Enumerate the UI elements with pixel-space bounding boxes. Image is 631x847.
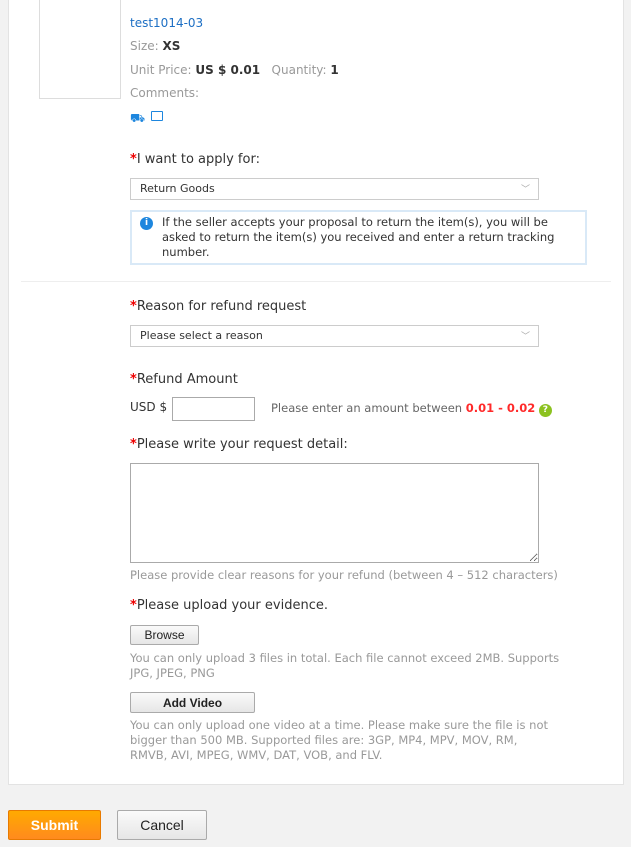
browse-hint: You can only upload 3 files in total. Ea… [130, 651, 560, 680]
reason-select[interactable]: Please select a reason ﹀ [130, 325, 539, 347]
shipping-truck-icon[interactable]: ⛟ [130, 111, 145, 127]
help-icon[interactable]: ? [538, 404, 552, 417]
submit-button[interactable]: Submit [8, 810, 101, 840]
currency-label: USD $ [130, 400, 168, 414]
request-detail-textarea[interactable] [130, 463, 539, 563]
return-icon[interactable] [151, 111, 163, 121]
refund-amount-input[interactable] [172, 397, 255, 421]
product-name-link[interactable]: test1014-03 [130, 15, 203, 31]
refund-form-panel: test1014-03 Size: XS Unit Price: US $ 0.… [8, 0, 624, 785]
product-size: Size: XS [130, 39, 181, 53]
info-icon: i [140, 217, 153, 230]
add-video-button[interactable]: Add Video [130, 692, 255, 713]
evidence-label: *Please upload your evidence. [130, 598, 328, 613]
chevron-down-icon: ﹀ [520, 185, 530, 195]
request-detail-label: *Please write your request detail: [130, 437, 348, 452]
request-detail-hint: Please provide clear reasons for your re… [130, 568, 558, 582]
apply-for-label: *I want to apply for: [130, 152, 260, 167]
comments-label: Comments: [130, 86, 200, 100]
apply-for-select[interactable]: Return Goods ﹀ [130, 178, 539, 200]
divider [21, 281, 611, 282]
return-info-box: i If the seller accepts your proposal to … [130, 210, 587, 265]
refund-amount-label: *Refund Amount [130, 372, 238, 387]
product-price: Unit Price: US $ 0.01 Quantity: 1 [130, 63, 339, 77]
cancel-button[interactable]: Cancel [117, 810, 207, 840]
video-hint: You can only upload one video at a time.… [130, 718, 548, 762]
chevron-down-icon: ﹀ [520, 332, 530, 342]
browse-button[interactable]: Browse [130, 625, 199, 645]
amount-hint: Please enter an amount between 0.01 - 0.… [271, 401, 552, 417]
product-thumbnail[interactable] [39, 0, 121, 99]
reason-label: *Reason for refund request [130, 299, 307, 314]
